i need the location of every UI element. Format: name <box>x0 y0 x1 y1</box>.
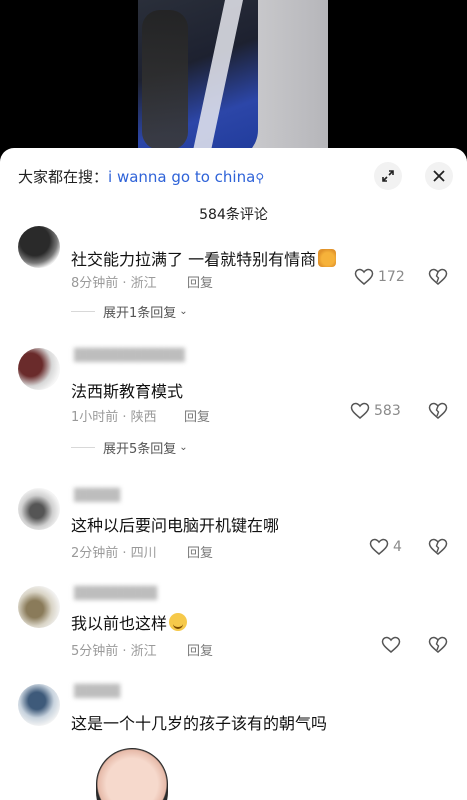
username-blurred[interactable]: ████████████ <box>74 348 185 362</box>
like-count: 172 <box>378 269 405 285</box>
comment-meta: 8分钟前 · 浙江 <box>71 276 157 291</box>
like-button[interactable]: 4 <box>369 538 402 556</box>
comment-text: 这种以后要问电脑开机键在哪 <box>71 516 280 535</box>
expand-button[interactable] <box>374 162 402 190</box>
comment-text: 我以前也这样 <box>71 610 188 634</box>
username-blurred[interactable]: █████ <box>74 488 120 502</box>
comment-text: 法西斯教育模式 <box>71 382 184 401</box>
chevron-down-icon: ⌄ <box>179 442 188 453</box>
expand-divider <box>71 311 95 312</box>
search-icon: ⚲ <box>255 171 265 185</box>
like-button[interactable] <box>381 636 405 654</box>
smile-emoji-icon <box>169 613 188 631</box>
close-button[interactable] <box>425 162 453 190</box>
comment-count: 584条评论 <box>199 207 268 223</box>
dislike-button[interactable] <box>428 402 448 424</box>
search-suggestion-bar[interactable]: 大家都在搜：i wanna go to china⚲ <box>0 148 467 204</box>
video-player[interactable] <box>0 0 467 160</box>
reply-button[interactable]: 回复 <box>187 542 213 561</box>
broken-heart-icon <box>428 268 448 285</box>
search-suggestion-query[interactable]: i wanna go to china <box>108 168 255 186</box>
thumbs-up-emoji-icon <box>318 249 337 267</box>
expand-replies-label: 展开1条回复 <box>103 306 177 321</box>
like-count: 583 <box>374 403 401 419</box>
dislike-button[interactable] <box>428 538 448 560</box>
video-frame <box>138 0 328 160</box>
reply-button[interactable]: 回复 <box>187 640 213 659</box>
chevron-down-icon: ⌄ <box>179 306 188 317</box>
avatar[interactable] <box>18 586 60 628</box>
heart-icon <box>354 268 374 285</box>
comment-meta: 5分钟前 · 浙江 <box>71 644 157 659</box>
broken-heart-icon <box>428 402 448 419</box>
like-button[interactable]: 583 <box>350 402 401 420</box>
close-icon <box>433 170 445 182</box>
comment-meta: 1小时前 · 陕西 <box>71 410 157 425</box>
comment-meta: 2分钟前 · 四川 <box>71 546 157 561</box>
username-blurred[interactable]: █████ <box>74 684 120 698</box>
like-button[interactable]: 172 <box>354 268 405 286</box>
username-blurred[interactable]: █████████ <box>74 586 157 600</box>
comment-text: 社交能力拉满了 一看就特别有情商 <box>71 246 337 270</box>
heart-icon <box>381 636 401 653</box>
expand-icon <box>382 170 394 182</box>
avatar[interactable] <box>18 348 60 390</box>
expand-divider <box>71 447 95 448</box>
search-suggestion-prefix: 大家都在搜： <box>18 168 109 186</box>
heart-icon <box>369 538 389 555</box>
search-suggestion[interactable]: 大家都在搜：i wanna go to china⚲ <box>18 166 264 187</box>
video-backpack <box>142 10 188 150</box>
comment-image-doll[interactable] <box>96 748 168 800</box>
broken-heart-icon <box>428 538 448 555</box>
expand-replies-button[interactable]: 展开5条回复 ⌄ <box>71 438 188 457</box>
avatar[interactable] <box>18 226 60 268</box>
broken-heart-icon <box>428 636 448 653</box>
heart-icon <box>350 402 370 419</box>
comments-sheet: 大家都在搜：i wanna go to china⚲ 584条评论 社交能力拉满… <box>0 148 467 800</box>
avatar[interactable] <box>18 684 60 726</box>
avatar[interactable] <box>18 488 60 530</box>
reply-button[interactable]: 回复 <box>184 406 210 425</box>
reply-button[interactable]: 回复 <box>187 272 213 291</box>
expand-replies-label: 展开5条回复 <box>103 442 177 457</box>
expand-replies-button[interactable]: 展开1条回复 ⌄ <box>71 302 188 321</box>
like-count: 4 <box>393 539 402 555</box>
dislike-button[interactable] <box>428 636 448 658</box>
comment-text: 这是一个十几岁的孩子该有的朝气吗 <box>71 714 328 733</box>
dislike-button[interactable] <box>428 268 448 290</box>
